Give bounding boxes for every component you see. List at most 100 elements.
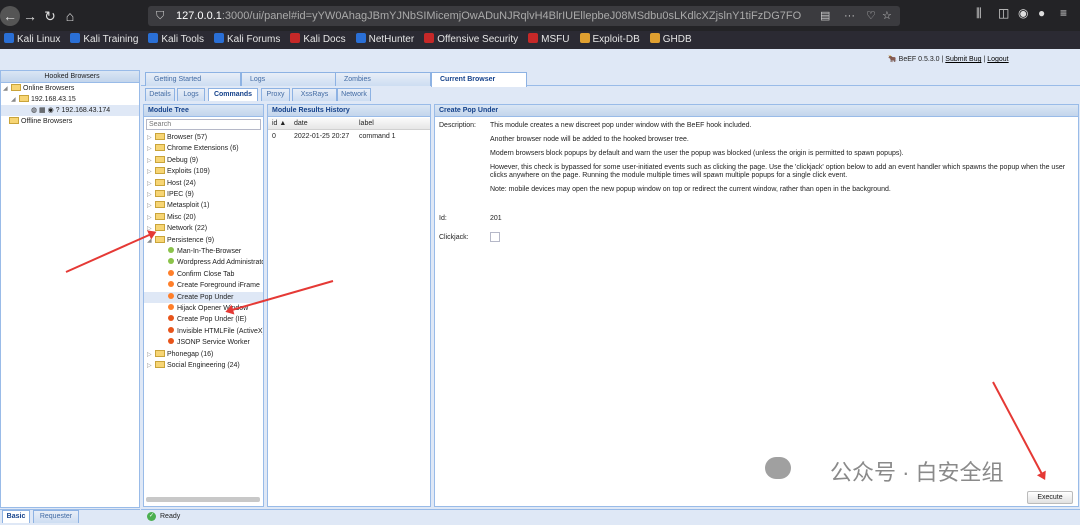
account-icon[interactable]: ◉: [1018, 6, 1028, 20]
back-icon[interactable]: ←: [0, 6, 20, 26]
tree-folder[interactable]: ▷ Phonegap (16): [147, 349, 213, 361]
tab-basic[interactable]: Basic: [2, 510, 30, 523]
status-dot-icon: [168, 292, 174, 299]
chevron-right-icon: ▷: [147, 180, 152, 187]
separator: |: [983, 56, 986, 63]
horizontal-scrollbar[interactable]: [146, 497, 260, 502]
module-item[interactable]: Invisible HTMLFile (ActiveX): [144, 326, 263, 337]
chevron-right-icon: ▷: [147, 192, 152, 198]
hooked-client[interactable]: ◍ ▦ ◉ ? 192.168.43.174: [1, 105, 139, 116]
status-dot-icon: [168, 326, 174, 333]
module-item[interactable]: Man-In-The-Browser: [144, 246, 263, 257]
reload-icon[interactable]: ↻: [40, 6, 60, 26]
bookmark-item[interactable]: Kali Tools: [148, 31, 204, 49]
label: Chrome Extensions (6): [167, 145, 239, 153]
main-tabbar: Getting Started Logs Zombies Current Bro…: [141, 70, 1080, 87]
url-host: 127.0.0.1: [176, 10, 222, 22]
bookmark-item[interactable]: NetHunter: [355, 31, 414, 49]
browser-toolbar: ← → ↻ ⌂ ⛉ 127.0.0.1:3000/ui/panel#id=yYW…: [0, 0, 1080, 31]
bookmark-icon: [528, 33, 539, 43]
module-item[interactable]: JSONP Service Worker: [144, 337, 263, 348]
label: Persistence (9): [167, 236, 215, 244]
tree-folder[interactable]: ▷ Browser (57): [147, 132, 207, 144]
module-item[interactable]: Create Pop Under: [144, 291, 263, 303]
library-icon[interactable]: ⫼: [976, 6, 982, 21]
bookmark-item[interactable]: Kali Linux: [4, 31, 60, 49]
status-text: Ready: [160, 513, 181, 520]
col-label[interactable]: label: [359, 120, 374, 127]
sidebar-icon[interactable]: ◫: [998, 6, 1009, 20]
clickjack-checkbox[interactable]: [490, 232, 500, 242]
tab-requester[interactable]: Requester: [33, 510, 79, 523]
bookmark-icon: [4, 33, 14, 43]
tree-folder[interactable]: ▷ Exploits (109): [147, 166, 210, 178]
tab-network[interactable]: Network: [337, 88, 371, 101]
tab-logs-sub[interactable]: Logs: [177, 88, 205, 101]
table-row[interactable]: 0 2022-01-25 20:27 command 1: [268, 131, 430, 143]
label: Online Browsers: [23, 85, 75, 92]
bookmark-item[interactable]: MSFU: [528, 31, 570, 49]
tab-getting-started[interactable]: Getting Started: [145, 72, 241, 86]
bookmark-label: GHDB: [662, 34, 692, 45]
module-search-input[interactable]: [146, 119, 261, 130]
bookmark-item[interactable]: Offensive Security: [424, 31, 518, 49]
folder-icon: [155, 201, 165, 209]
module-item[interactable]: Confirm Close Tab: [144, 269, 263, 280]
col-date[interactable]: date: [294, 120, 308, 127]
bookmark-item[interactable]: GHDB: [649, 31, 692, 49]
extension-icon[interactable]: ●: [1038, 6, 1045, 20]
folder-icon: [155, 178, 165, 186]
home-icon[interactable]: ⌂: [60, 6, 80, 26]
label: Browser (57): [167, 134, 208, 141]
chevron-right-icon: ▷: [147, 363, 152, 369]
tab-xssrays[interactable]: XssRays: [292, 88, 337, 101]
logout-link[interactable]: Logout: [987, 56, 1008, 63]
results-header: id ▲ date label: [268, 118, 430, 130]
reader-icon[interactable]: ▤: [820, 6, 830, 26]
star-icon[interactable]: ☆: [882, 6, 892, 26]
offline-browsers[interactable]: Offline Browsers: [9, 116, 72, 127]
bookmark-item[interactable]: Exploit-DB: [579, 31, 640, 49]
tree-folder[interactable]: ▷ Misc (20): [147, 212, 196, 224]
tab-zombies[interactable]: Zombies: [335, 72, 431, 86]
label: Network (22): [167, 225, 208, 233]
tab-details[interactable]: Details: [145, 88, 175, 101]
chevron-right-icon: ▷: [147, 157, 152, 164]
execute-button[interactable]: Execute: [1027, 491, 1073, 504]
tree-folder[interactable]: ▷ IPEC (9): [147, 189, 194, 201]
folder-icon: [155, 212, 165, 220]
tree-folder[interactable]: ▷ Social Engineering (24): [147, 360, 240, 372]
tab-current-browser[interactable]: Current Browser: [431, 72, 527, 87]
chevron-right-icon: ▷: [147, 135, 152, 141]
submit-bug-link[interactable]: Submit Bug: [945, 56, 981, 63]
more-icon[interactable]: ···: [844, 6, 855, 26]
menu-icon[interactable]: ≡: [1060, 6, 1067, 20]
forward-icon[interactable]: →: [20, 6, 40, 26]
status-dot-icon: [168, 247, 174, 253]
bookmark-item[interactable]: Kali Docs: [290, 31, 346, 49]
address-bar[interactable]: ⛉ 127.0.0.1:3000/ui/panel#id=yYW0AhagJBm…: [148, 6, 900, 26]
hooked-browsers-panel: Hooked Browsers ◢ Online Browsers ◢ 192.16…: [0, 70, 140, 508]
tab-commands[interactable]: Commands: [208, 88, 258, 101]
wechat-icon: [765, 457, 791, 479]
bookmark-item[interactable]: Kali Training: [70, 31, 138, 49]
module-item[interactable]: Create Pop Under (IE): [144, 314, 263, 325]
pocket-icon[interactable]: ♡: [866, 6, 876, 26]
tree-folder[interactable]: ▷ Chrome Extensions (6): [147, 143, 239, 155]
folder-icon: [155, 133, 165, 140]
tab-logs[interactable]: Logs: [241, 72, 337, 86]
browser-icons: ◍ ▦ ◉ ?: [31, 107, 60, 114]
module-item[interactable]: Create Foreground iFrame: [144, 280, 263, 291]
tab-proxy[interactable]: Proxy: [261, 88, 290, 101]
bookmark-item[interactable]: Kali Forums: [214, 31, 280, 49]
panel-title: Create Pop Under: [435, 105, 1078, 117]
status-dot-icon: [168, 304, 174, 310]
module-item[interactable]: Wordpress Add Administrator: [144, 257, 263, 268]
tree-folder[interactable]: ▷ Host (24): [147, 178, 196, 190]
tree-folder[interactable]: ▷ Debug (9): [147, 155, 198, 167]
brand: BeEF: [898, 56, 917, 63]
label: Wordpress Add Administrator: [177, 259, 263, 267]
bookmark-label: Kali Docs: [303, 34, 346, 45]
col-id[interactable]: id ▲: [272, 120, 286, 127]
tree-folder[interactable]: ▷ Metasploit (1): [147, 200, 209, 212]
